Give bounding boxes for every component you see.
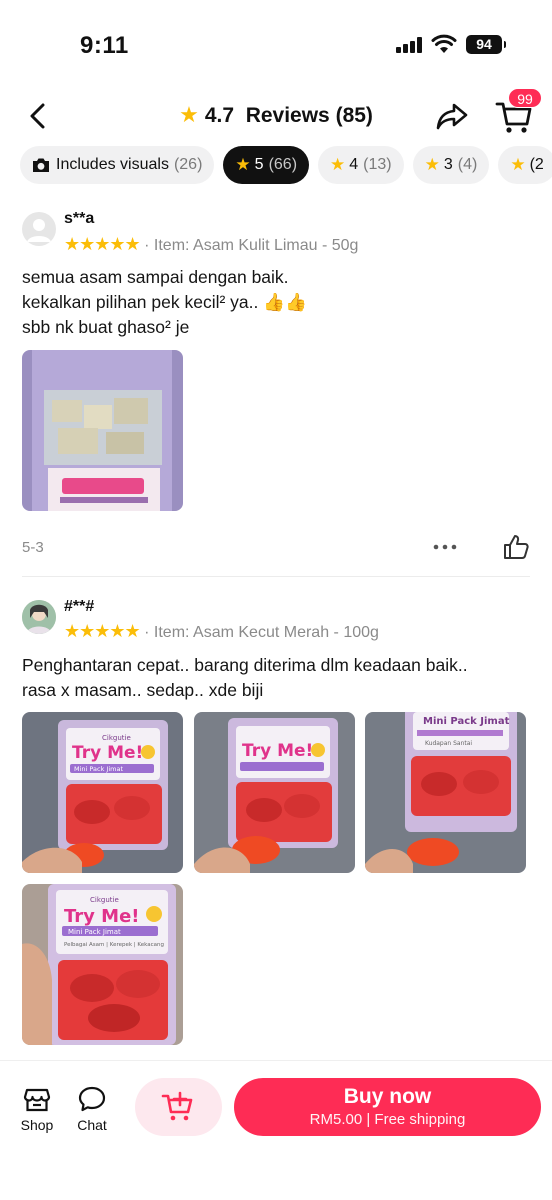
filter-chip-3-stars[interactable]: ★ 3 (4) bbox=[412, 146, 490, 184]
add-to-cart-icon bbox=[161, 1091, 193, 1121]
rating-stars: ★★★★★ bbox=[64, 621, 141, 641]
cart-badge: 99 bbox=[508, 88, 542, 108]
star-icon: ★ bbox=[179, 102, 199, 127]
review-photo[interactable]: Try Me! bbox=[194, 712, 355, 873]
photo-brand: Cikgutie bbox=[90, 896, 119, 904]
review-line: semua asam sampai dengan baik. bbox=[22, 267, 289, 287]
filter-chip-2-stars[interactable]: ★ (2 bbox=[498, 146, 552, 184]
header: ★ 4.7 Reviews (85) bbox=[0, 90, 552, 142]
star-icon: ★ bbox=[330, 155, 346, 174]
review-date: 5-3 bbox=[22, 539, 44, 556]
rating-stars: ★★★★★ bbox=[64, 234, 141, 254]
avatar bbox=[22, 212, 56, 246]
chat-icon bbox=[78, 1086, 106, 1112]
review-line: sbb nk buat ghaso² je bbox=[22, 317, 190, 337]
more-options-icon[interactable] bbox=[432, 537, 458, 557]
photo-subtitle: Mini Pack Jimat bbox=[423, 716, 510, 727]
shop-icon bbox=[23, 1088, 51, 1112]
review-item-variant: · Item: Asam Kecut Merah - 100g bbox=[144, 624, 379, 641]
chip-count: (4) bbox=[457, 156, 478, 173]
photo-note: Kudapan Santai bbox=[425, 740, 472, 747]
chat-button[interactable]: Chat bbox=[69, 1085, 115, 1133]
chip-label: 5 bbox=[254, 156, 264, 173]
share-button[interactable] bbox=[434, 98, 470, 134]
chip-label: 3 bbox=[443, 156, 453, 173]
review-photo[interactable]: Mini Pack Jimat Kudapan Santai bbox=[365, 712, 526, 873]
shop-label: Shop bbox=[20, 1117, 54, 1133]
review-username: s**a bbox=[64, 210, 95, 227]
review-item-variant: · Item: Asam Kulit Limau - 50g bbox=[144, 237, 359, 254]
filter-chip-4-stars[interactable]: ★ 4 (13) bbox=[318, 146, 404, 184]
review-text: semua asam sampai dengan baik. kekalkan … bbox=[22, 265, 542, 340]
photo-title: Try Me! bbox=[64, 906, 140, 927]
filter-chips: Includes visuals (26) ★ 5 (66) ★ 4 (13) ★ 3 (4)… bbox=[20, 146, 552, 184]
review-photo[interactable]: Cikgutie Try Me! Mini Pack Jimat bbox=[22, 712, 183, 873]
photo-title: Try Me! bbox=[242, 741, 313, 761]
chip-label: Includes visuals bbox=[56, 156, 169, 173]
photo-subtitle: Mini Pack Jimat bbox=[74, 765, 123, 773]
review-text: Penghantaran cepat.. barang diterima dlm… bbox=[22, 653, 542, 703]
review-username: #**# bbox=[64, 598, 95, 615]
divider bbox=[22, 576, 530, 577]
review-photo[interactable]: Cikgutie Try Me! Mini Pack Jimat Pelbaga… bbox=[22, 884, 183, 1045]
shop-button[interactable]: Shop bbox=[14, 1085, 60, 1133]
chip-count: (26) bbox=[173, 156, 203, 173]
status-time: 9:11 bbox=[80, 32, 129, 59]
cellular-signal-icon bbox=[396, 37, 422, 53]
photo-tagline: Pelbagai Asam | Kerepek | Kekacang bbox=[64, 942, 164, 948]
wifi-icon bbox=[431, 34, 457, 53]
bottom-action-bar: Shop Chat Buy now RM5.00 | Free shipping bbox=[0, 1060, 552, 1200]
review-line: rasa x masam.. sedap.. xde biji bbox=[22, 680, 264, 700]
chip-label: 4 bbox=[349, 156, 359, 173]
avatar bbox=[22, 600, 56, 634]
chip-count: (13) bbox=[363, 156, 392, 173]
like-icon[interactable] bbox=[502, 533, 530, 561]
default-avatar-icon bbox=[27, 219, 51, 242]
chip-label: (2 bbox=[529, 156, 544, 173]
review-rating-line: ★★★★★ · Item: Asam Kecut Merah - 100g bbox=[64, 621, 379, 642]
rating-value: 4.7 bbox=[204, 104, 235, 127]
photo-brand: Cikgutie bbox=[102, 734, 131, 742]
battery-icon: 94 bbox=[466, 35, 506, 54]
photo-subtitle: Mini Pack Jimat bbox=[68, 928, 121, 936]
filter-chip-5-stars[interactable]: ★ 5 (66) bbox=[223, 146, 310, 184]
star-icon: ★ bbox=[235, 155, 251, 174]
star-icon: ★ bbox=[424, 155, 440, 174]
review-rating-line: ★★★★★ · Item: Asam Kulit Limau - 50g bbox=[64, 234, 358, 255]
add-to-cart-button[interactable] bbox=[135, 1078, 222, 1136]
star-icon: ★ bbox=[510, 155, 526, 174]
photo-title: Try Me! bbox=[72, 743, 143, 763]
filter-chip-visuals[interactable]: Includes visuals (26) bbox=[20, 146, 215, 184]
chat-label: Chat bbox=[77, 1117, 107, 1133]
buy-now-label: Buy now bbox=[343, 1085, 432, 1108]
camera-icon bbox=[33, 158, 49, 172]
buy-now-button[interactable]: Buy now RM5.00 | Free shipping bbox=[234, 1078, 541, 1136]
buy-now-price-shipping: RM5.00 | Free shipping bbox=[309, 1111, 466, 1128]
user-avatar-image bbox=[22, 600, 56, 634]
chip-count: (66) bbox=[268, 156, 298, 173]
review-line: kekalkan pilihan pek kecil² ya.. 👍👍 bbox=[22, 292, 307, 312]
status-bar: 9:11 94 bbox=[0, 0, 552, 80]
review-photo[interactable] bbox=[22, 350, 183, 511]
review-line: Penghantaran cepat.. barang diterima dlm… bbox=[22, 655, 468, 675]
reviews-count-title: Reviews (85) bbox=[245, 104, 373, 127]
